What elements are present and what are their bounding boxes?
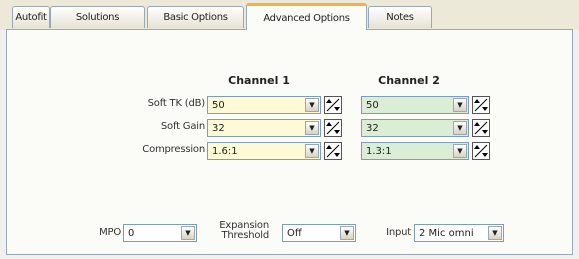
ch1-compression-select[interactable]: 1.6:1 ▼ — [207, 142, 321, 160]
ch1-soft-tk-select[interactable]: 50 ▼ — [207, 96, 321, 114]
up-down-adjust-icon — [474, 144, 488, 158]
soft-tk-label: Soft TK (dB) — [147, 98, 206, 109]
channel-1-heading: Channel 1 — [228, 74, 290, 87]
chevron-down-icon[interactable]: ▼ — [340, 226, 354, 240]
chevron-down-icon[interactable]: ▼ — [305, 144, 319, 158]
ch1-compression-adjust[interactable] — [324, 142, 342, 160]
up-down-adjust-icon — [474, 121, 488, 135]
expansion-threshold-label: Expansion Threshold — [213, 221, 269, 241]
ch2-soft-tk-select[interactable]: 50 ▼ — [361, 96, 469, 114]
advanced-options-panel: Channel 1 Channel 2 Soft TK (dB) 50 ▼ 50… — [6, 29, 573, 255]
chevron-down-icon[interactable]: ▼ — [453, 121, 467, 135]
chevron-down-icon[interactable]: ▼ — [453, 98, 467, 112]
chevron-down-icon[interactable]: ▼ — [305, 98, 319, 112]
ch2-soft-gain-adjust[interactable] — [472, 119, 490, 137]
ch2-soft-tk-adjust[interactable] — [472, 96, 490, 114]
ch2-compression-value: 1.3:1 — [366, 145, 392, 157]
tab-strip: Autofit Solutions Basic Options Advanced… — [0, 0, 579, 30]
ch2-compression-select[interactable]: 1.3:1 ▼ — [361, 142, 469, 160]
channel-2-heading: Channel 2 — [378, 74, 440, 87]
tab-solutions[interactable]: Solutions — [50, 6, 145, 28]
ch1-soft-tk-value: 50 — [212, 99, 225, 111]
chevron-down-icon[interactable]: ▼ — [181, 226, 195, 240]
input-value: 2 Mic omni — [419, 227, 474, 239]
ch1-soft-tk-adjust[interactable] — [324, 96, 342, 114]
chevron-down-icon[interactable]: ▼ — [488, 226, 502, 240]
tab-basic-options[interactable]: Basic Options — [147, 6, 244, 28]
up-down-adjust-icon — [326, 144, 340, 158]
input-select[interactable]: 2 Mic omni ▼ — [414, 224, 504, 242]
mpo-value: 0 — [128, 227, 135, 239]
up-down-adjust-icon — [326, 98, 340, 112]
ch1-soft-gain-select[interactable]: 32 ▼ — [207, 119, 321, 137]
mpo-select[interactable]: 0 ▼ — [123, 224, 197, 242]
ch2-compression-adjust[interactable] — [472, 142, 490, 160]
ch1-compression-value: 1.6:1 — [212, 145, 238, 157]
soft-gain-label: Soft Gain — [160, 121, 205, 132]
tab-autofit[interactable]: Autofit — [12, 6, 50, 28]
chevron-down-icon[interactable]: ▼ — [453, 144, 467, 158]
tab-notes[interactable]: Notes — [368, 6, 432, 28]
expansion-threshold-select[interactable]: Off ▼ — [282, 224, 356, 242]
up-down-adjust-icon — [474, 98, 488, 112]
ch1-soft-gain-adjust[interactable] — [324, 119, 342, 137]
expansion-threshold-value: Off — [287, 227, 302, 239]
expansion-label-line-2: Threshold — [221, 230, 270, 241]
ch2-soft-gain-value: 32 — [366, 122, 379, 134]
up-down-adjust-icon — [326, 121, 340, 135]
ch2-soft-tk-value: 50 — [366, 99, 379, 111]
chevron-down-icon[interactable]: ▼ — [305, 121, 319, 135]
compression-label: Compression — [142, 144, 205, 155]
tab-advanced-options[interactable]: Advanced Options — [246, 3, 367, 30]
mpo-label: MPO — [99, 227, 121, 238]
ch2-soft-gain-select[interactable]: 32 ▼ — [361, 119, 469, 137]
input-label: Input — [386, 227, 411, 238]
ch1-soft-gain-value: 32 — [212, 122, 225, 134]
